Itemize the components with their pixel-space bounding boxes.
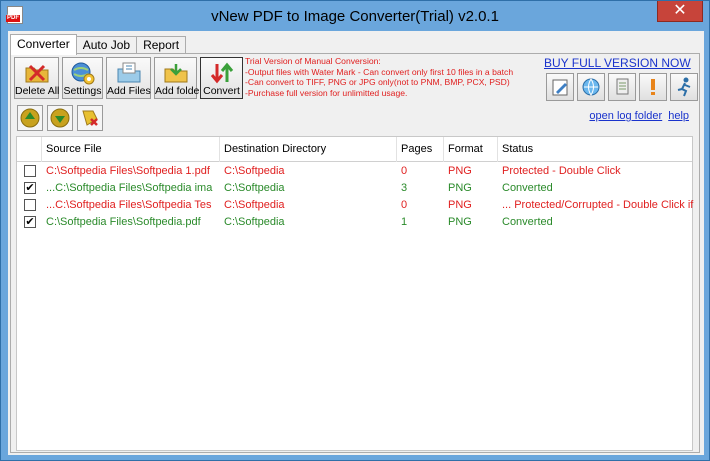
file-list-table: Source File Destination Directory Pages …: [16, 136, 693, 451]
header-pages[interactable]: Pages: [397, 137, 444, 162]
arrow-down-icon: [50, 108, 70, 128]
add-folder-icon: [164, 64, 187, 83]
cell-source: ...C:\Softpedia Files\Softpedia ima: [46, 182, 213, 194]
header-check: [17, 137, 42, 162]
app-window: PDF vNew PDF to Image Converter(Trial) v…: [0, 0, 710, 461]
edit-pencil-icon: [552, 79, 568, 96]
delete-all-label: Delete All: [15, 85, 60, 97]
cell-dest: C:\Softpedia: [224, 165, 285, 177]
cell-source: ...C:\Softpedia Files\Softpedia Tes: [46, 199, 212, 211]
running-man-icon: [677, 77, 691, 97]
web-button[interactable]: [577, 73, 605, 101]
convert-label: Convert: [203, 85, 240, 97]
add-files-label: Add Files: [107, 85, 151, 97]
settings-globe-icon: [71, 62, 94, 85]
cell-status: ... Protected/Corrupted - Double Click i…: [502, 199, 694, 211]
cell-format: PNG: [448, 165, 472, 177]
table-row[interactable]: ✔ ...C:\Softpedia Files\Softpedia ima C:\S…: [17, 180, 692, 197]
cell-format: PNG: [448, 182, 472, 194]
add-files-icon: [117, 62, 140, 83]
edit-button[interactable]: [546, 73, 574, 101]
table-row[interactable]: ...C:\Softpedia Files\Softpedia Tes C:\So…: [17, 197, 694, 214]
trial-line-3: -Can convert to TIFF, PNG or JPG only(no…: [245, 77, 510, 88]
cell-dest: C:\Softpedia: [224, 216, 285, 228]
remove-button[interactable]: [77, 105, 103, 131]
convert-arrows-icon: [210, 62, 233, 84]
row-checkbox[interactable]: ✔: [24, 182, 36, 194]
row-checkbox[interactable]: ✔: [24, 216, 36, 228]
cell-status: Converted: [502, 216, 553, 228]
convert-button[interactable]: Convert: [200, 57, 243, 99]
trial-line-2: -Output files with Water Mark - Can conv…: [245, 66, 514, 77]
converter-panel: Delete All Settings Add Files Add folder…: [10, 53, 700, 453]
move-down-button[interactable]: [47, 105, 73, 131]
add-files-button[interactable]: Add Files: [106, 57, 151, 99]
close-button[interactable]: ✕: [657, 1, 703, 22]
document-button[interactable]: [608, 73, 636, 101]
cell-pages: 0: [401, 165, 408, 177]
cell-pages: 0: [401, 199, 408, 211]
header-destination[interactable]: Destination Directory: [220, 137, 397, 162]
cell-source: C:\Softpedia Files\Softpedia 1.pdf: [46, 165, 210, 177]
cell-pages: 3: [401, 182, 408, 194]
cell-source: C:\Softpedia Files\Softpedia.pdf: [46, 216, 201, 228]
delete-all-button[interactable]: Delete All: [14, 57, 59, 99]
add-folder-button[interactable]: Add folder: [154, 57, 203, 99]
buy-full-version-link[interactable]: BUY FULL VERSION NOW: [544, 56, 691, 70]
trial-line-4: -Purchase full version for unlimitted us…: [245, 87, 408, 98]
window-title: vNew PDF to Image Converter(Trial) v2.0.…: [211, 8, 499, 25]
add-folder-label: Add folder: [155, 85, 203, 97]
remove-item-icon: [82, 110, 98, 126]
cell-format: PNG: [448, 199, 472, 211]
tab-strip: Converter Auto Job Report: [10, 34, 187, 55]
settings-label: Settings: [63, 85, 102, 97]
header-source-file[interactable]: Source File: [42, 137, 220, 162]
open-log-folder-link[interactable]: open log folder: [589, 110, 662, 122]
trial-notice: Trial Version of Manual Conversion: -Out…: [245, 56, 545, 98]
title-bar[interactable]: PDF vNew PDF to Image Converter(Trial) v…: [1, 1, 709, 31]
run-button[interactable]: [670, 73, 698, 101]
document-icon: [616, 78, 629, 95]
client-area: Converter Auto Job Report Delete All Set…: [8, 31, 704, 455]
cell-status: Protected - Double Click: [502, 165, 621, 177]
table-header: Source File Destination Directory Pages …: [17, 137, 692, 162]
tab-converter[interactable]: Converter: [10, 34, 77, 55]
delete-folder-icon: [25, 64, 48, 83]
cell-dest: C:\Softpedia: [224, 199, 285, 211]
tab-report[interactable]: Report: [136, 36, 187, 54]
arrow-up-icon: [20, 108, 40, 128]
cell-format: PNG: [448, 216, 472, 228]
warning-button[interactable]: [639, 73, 667, 101]
links-area: open log folder help: [583, 110, 689, 122]
header-format[interactable]: Format: [444, 137, 498, 162]
settings-button[interactable]: Settings: [62, 57, 103, 99]
cell-dest: C:\Softpedia: [224, 182, 285, 194]
help-link[interactable]: help: [668, 110, 689, 122]
cell-status: Converted: [502, 182, 553, 194]
tab-auto-job[interactable]: Auto Job: [75, 36, 138, 54]
table-row[interactable]: C:\Softpedia Files\Softpedia 1.pdf C:\Sof…: [17, 163, 692, 180]
cell-pages: 1: [401, 216, 408, 228]
trial-line-1: Trial Version of Manual Conversion:: [245, 56, 381, 66]
header-status[interactable]: Status: [498, 137, 694, 162]
move-up-button[interactable]: [17, 105, 43, 131]
table-row[interactable]: ✔ C:\Softpedia Files\Softpedia.pdf C:\Soft…: [17, 214, 692, 231]
row-checkbox[interactable]: [24, 199, 36, 211]
globe-icon: [582, 78, 600, 96]
row-checkbox[interactable]: [24, 165, 36, 177]
exclamation-icon: [651, 79, 655, 95]
